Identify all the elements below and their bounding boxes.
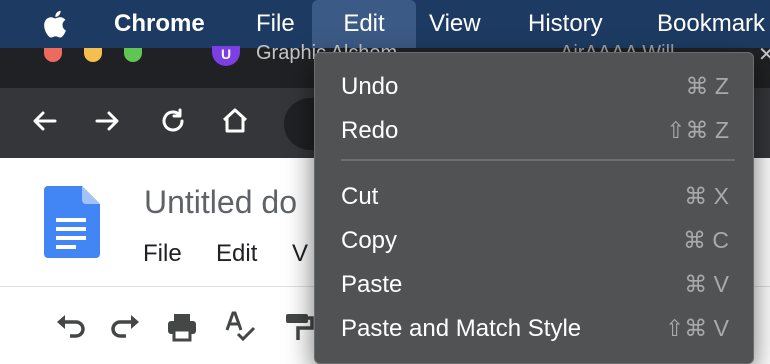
paint-format-icon bbox=[286, 314, 314, 340]
tab-favicon-icon: U bbox=[212, 46, 240, 66]
reload-icon bbox=[162, 108, 184, 132]
print-icon bbox=[168, 314, 196, 342]
menu-item-copy[interactable]: Copy ⌘ C bbox=[315, 219, 753, 259]
docs-undo-button[interactable] bbox=[52, 308, 88, 344]
app-menu-chrome[interactable]: Chrome bbox=[114, 0, 205, 48]
tab-close-icon[interactable]: ✕ bbox=[758, 42, 770, 67]
docs-document-icon bbox=[44, 186, 100, 258]
menu-item-undo[interactable]: Undo ⌘ Z bbox=[315, 65, 753, 105]
menu-item-shortcut: ⌘ Z bbox=[685, 73, 729, 99]
undo-icon bbox=[57, 315, 85, 338]
menu-edit[interactable]: Edit bbox=[312, 0, 416, 48]
docs-print-button[interactable] bbox=[164, 308, 200, 344]
redo-icon bbox=[111, 315, 139, 338]
menu-item-shortcut: ⇧⌘ Z bbox=[666, 117, 729, 143]
menu-history[interactable]: History bbox=[528, 0, 603, 48]
menu-item-label: Cut bbox=[341, 183, 379, 210]
menu-separator bbox=[341, 159, 735, 161]
home-icon bbox=[222, 108, 248, 133]
edit-dropdown-menu: Undo ⌘ Z Redo ⇧⌘ Z Cut ⌘ X Copy ⌘ C Past… bbox=[314, 52, 754, 364]
docs-spellcheck-button[interactable] bbox=[222, 308, 258, 344]
forward-arrow-icon bbox=[95, 111, 119, 131]
document-title[interactable]: Untitled do bbox=[144, 184, 297, 221]
menu-item-label: Redo bbox=[341, 117, 399, 144]
docs-redo-button[interactable] bbox=[108, 308, 144, 344]
apple-logo-icon bbox=[44, 10, 66, 38]
menu-item-label: Paste bbox=[341, 271, 403, 298]
zoom-window-button[interactable] bbox=[124, 48, 142, 62]
menu-item-shortcut: ⌘ C bbox=[683, 227, 729, 253]
docs-logo-icon[interactable] bbox=[44, 186, 100, 263]
menu-bookmarks[interactable]: Bookmark bbox=[657, 0, 765, 48]
menu-item-paste[interactable]: Paste ⌘ V bbox=[315, 263, 753, 303]
docs-menu-edit[interactable]: Edit bbox=[216, 240, 257, 268]
minimize-window-button[interactable] bbox=[84, 48, 102, 62]
menu-item-shortcut: ⌘ X bbox=[684, 183, 729, 209]
menu-item-redo[interactable]: Redo ⇧⌘ Z bbox=[315, 109, 753, 149]
menu-item-shortcut: ⇧⌘ V bbox=[664, 315, 729, 341]
menu-item-cut[interactable]: Cut ⌘ X bbox=[315, 175, 753, 215]
menu-item-label: Copy bbox=[341, 227, 398, 254]
menu-item-paste-and-match-style[interactable]: Paste and Match Style ⇧⌘ V bbox=[315, 307, 753, 347]
docs-menu-file[interactable]: File bbox=[143, 240, 182, 268]
close-window-button[interactable] bbox=[44, 48, 62, 62]
back-button[interactable] bbox=[28, 104, 62, 138]
spellcheck-icon bbox=[225, 311, 256, 342]
macos-menu-bar: Chrome File Edit View History Bookmark bbox=[0, 0, 770, 48]
reload-button[interactable] bbox=[156, 104, 190, 138]
back-arrow-icon bbox=[33, 111, 57, 131]
forward-button[interactable] bbox=[90, 104, 124, 138]
docs-paint-format-button[interactable] bbox=[280, 308, 316, 344]
menu-view[interactable]: View bbox=[429, 0, 481, 48]
docs-menu-view[interactable]: V bbox=[292, 240, 308, 268]
menu-file[interactable]: File bbox=[256, 0, 295, 48]
apple-menu-icon[interactable] bbox=[42, 0, 72, 48]
menu-item-label: Paste and Match Style bbox=[341, 315, 582, 342]
menu-item-shortcut: ⌘ V bbox=[684, 271, 729, 297]
home-button[interactable] bbox=[218, 104, 252, 138]
menu-item-label: Undo bbox=[341, 73, 399, 100]
